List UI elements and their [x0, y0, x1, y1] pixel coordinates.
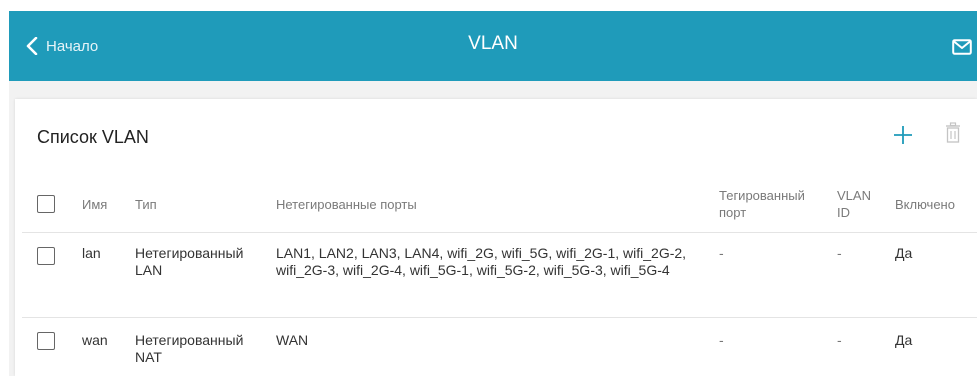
vlan-tagged-port: - — [719, 332, 724, 348]
vlan-untagged-ports: LAN1, LAN2, LAN3, LAN4, wifi_2G, wifi_5G… — [276, 245, 687, 278]
select-all-checkbox[interactable] — [37, 195, 55, 213]
add-vlan-button[interactable] — [893, 125, 913, 150]
vlan-tagged-port: - — [719, 245, 724, 261]
row-checkbox[interactable] — [37, 332, 55, 350]
vlan-name[interactable]: lan — [82, 245, 101, 262]
delete-vlan-button[interactable] — [945, 122, 961, 149]
row-checkbox[interactable] — [37, 247, 55, 265]
column-header-untagged-ports[interactable]: Нетегированные порты — [276, 196, 417, 213]
vlan-id: - — [837, 332, 842, 348]
vlan-type: Нетегированный NAT — [135, 332, 244, 365]
vlan-enabled: Да — [895, 245, 913, 261]
column-header-name[interactable]: Имя — [82, 196, 107, 213]
column-header-enabled[interactable]: Включено — [895, 196, 955, 213]
mail-button[interactable] — [952, 39, 972, 60]
vlan-enabled: Да — [895, 332, 913, 348]
vlan-id: - — [837, 245, 842, 261]
column-header-tagged-port[interactable]: Тегированный порт — [719, 187, 805, 221]
vlan-list-card: Список VLAN Имя Тип Нетегированные порты… — [15, 99, 977, 376]
plus-icon — [894, 126, 912, 144]
trash-icon — [946, 122, 960, 143]
divider — [22, 317, 977, 318]
column-header-vlan-id[interactable]: VLAN ID — [837, 187, 871, 221]
page-title: VLAN — [468, 33, 518, 54]
mail-icon — [952, 39, 972, 55]
vlan-type: Нетегированный LAN — [135, 245, 244, 278]
column-header-type[interactable]: Тип — [135, 196, 157, 213]
vlan-name[interactable]: wan — [82, 332, 108, 349]
vlan-untagged-ports: WAN — [276, 332, 309, 348]
top-bar: Начало VLAN — [9, 11, 977, 81]
divider — [22, 232, 977, 233]
card-title: Список VLAN — [37, 127, 149, 147]
